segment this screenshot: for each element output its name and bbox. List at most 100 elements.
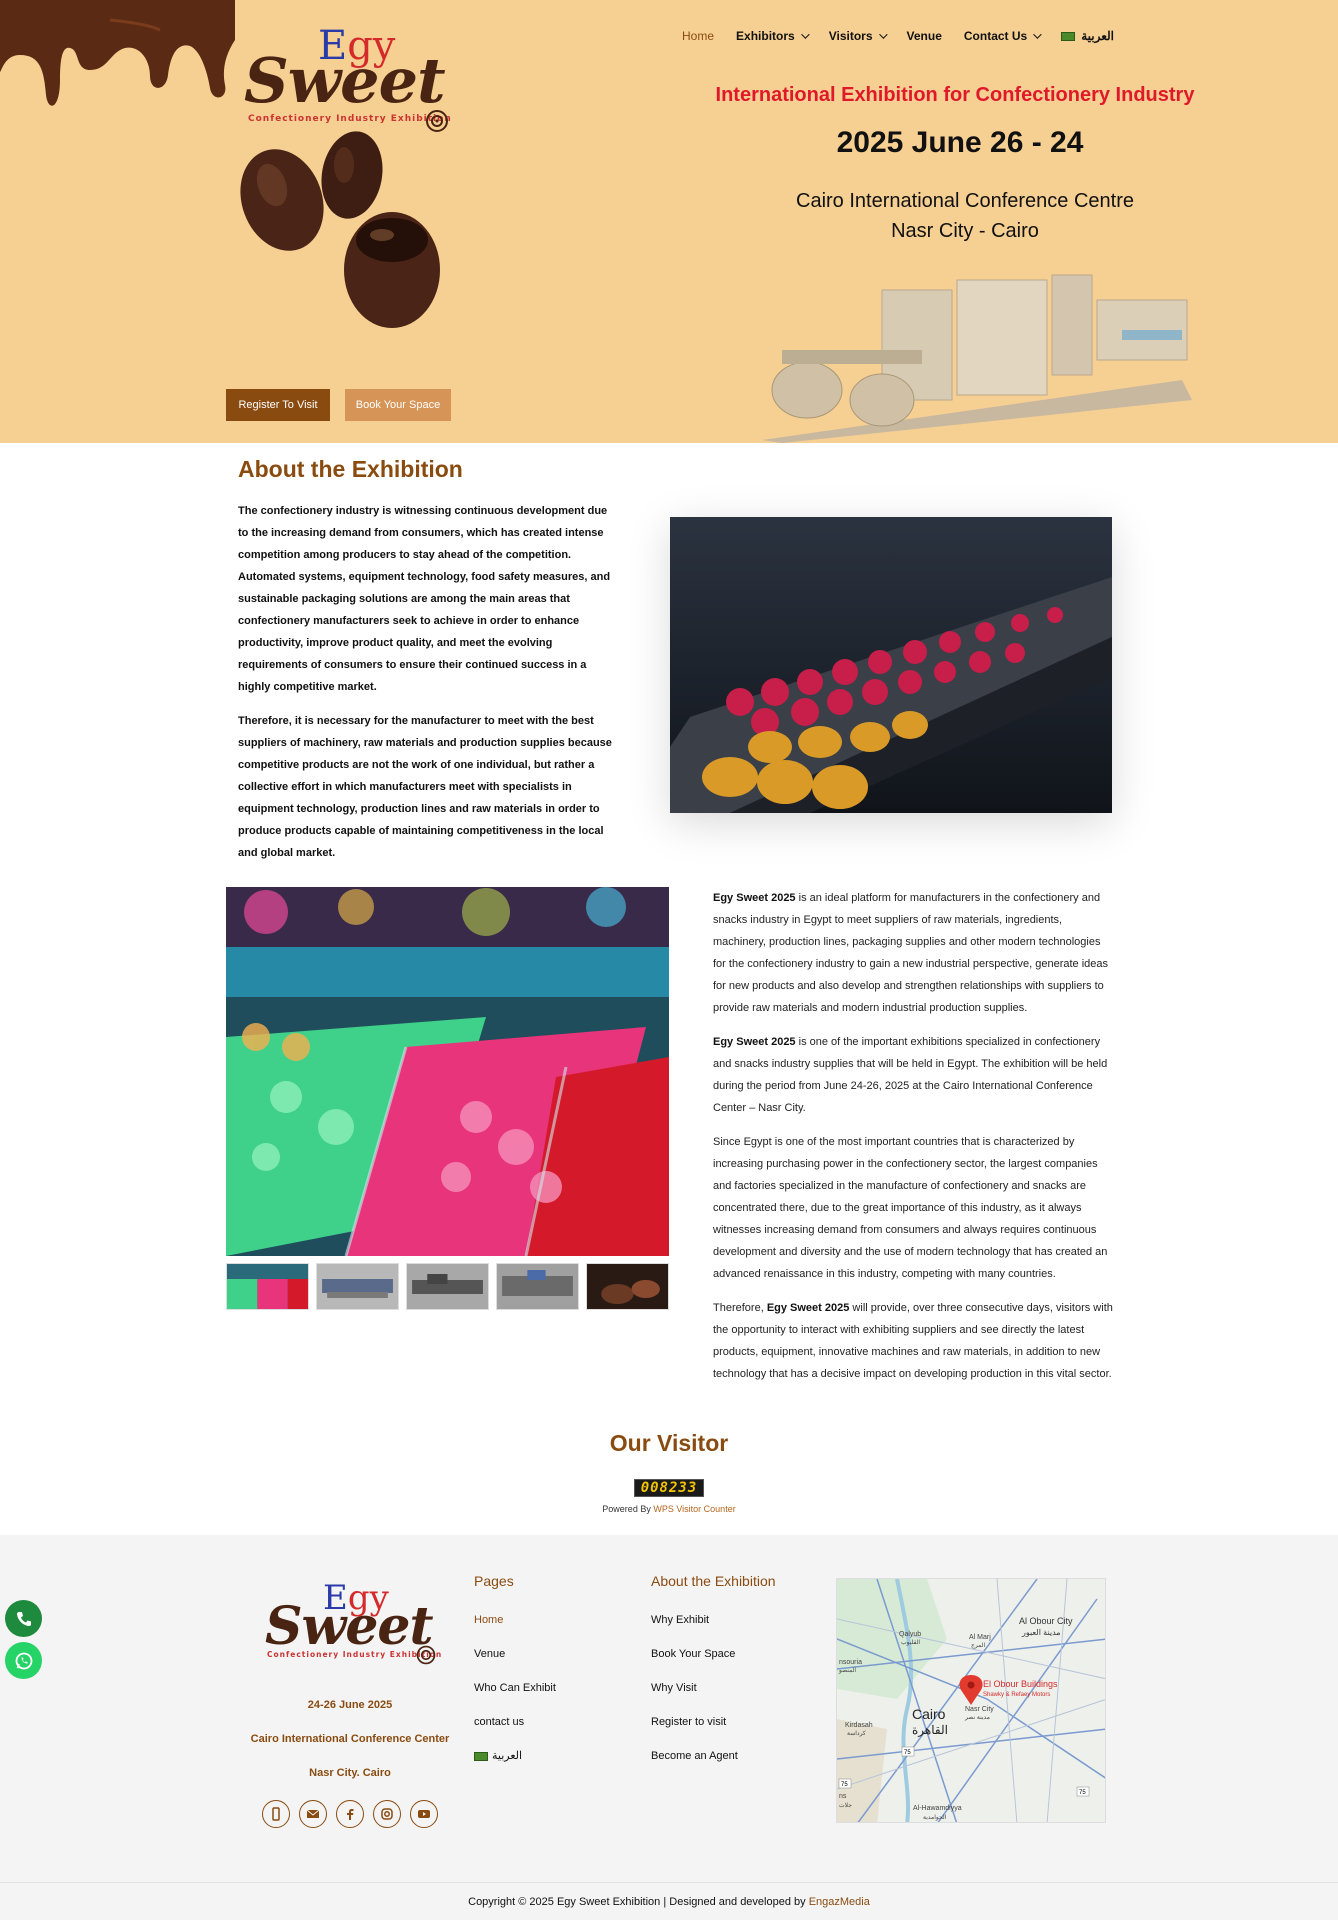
chocolates-image	[240, 131, 440, 328]
chevron-down-icon	[1033, 30, 1042, 39]
gallery-thumb-4[interactable]	[496, 1263, 579, 1310]
map-place-label: كرداسة	[847, 1730, 866, 1737]
map-place-label: Qalyub	[899, 1631, 921, 1638]
nav-exhibitors[interactable]: Exhibitors	[736, 29, 810, 43]
site-logo[interactable]: Egy Sweet Confectionery Industry Exhibit…	[240, 24, 460, 134]
hero-venue-line2: Nasr City - Cairo	[891, 220, 1039, 242]
map-place-label: Al-Hawamdiyya	[913, 1805, 962, 1812]
flag-icon	[1061, 31, 1076, 41]
nav-contact-us[interactable]: Contact Us	[964, 29, 1042, 43]
footer-event-info: 24-26 June 2025 Cairo International Conf…	[240, 1688, 460, 1790]
engazmedia-link[interactable]: EngazMedia	[809, 1896, 870, 1908]
hero-venue-line1: Cairo International Conference Centre	[796, 190, 1134, 212]
youtube-icon	[418, 1810, 430, 1818]
footer-about-list: Why Exhibit Book Your Space Why Visit Re…	[651, 1603, 738, 1773]
footer-link-book-your-space[interactable]: Book Your Space	[651, 1637, 738, 1671]
map-pin-label: El Obour Buildings	[983, 1679, 1058, 1689]
floating-phone-button[interactable]	[5, 1600, 42, 1637]
footer-city: Nasr City. Cairo	[309, 1767, 391, 1779]
location-map[interactable]: 75 75 75 Al Obour City مدينة العبور Qaly…	[836, 1578, 1106, 1823]
phone-social-button[interactable]	[262, 1800, 290, 1828]
logo-swirl-icon	[416, 1645, 436, 1665]
gallery-thumb-3[interactable]	[406, 1263, 489, 1310]
facebook-icon	[347, 1809, 354, 1820]
chevron-down-icon	[878, 30, 888, 39]
gallery-thumbnails	[226, 1263, 669, 1310]
book-your-space-button[interactable]: Book Your Space	[345, 389, 451, 421]
map-road-label: 75	[1079, 1790, 1086, 1796]
footer-link-why-exhibit[interactable]: Why Exhibit	[651, 1603, 738, 1637]
gallery-thumb-5[interactable]	[586, 1263, 669, 1310]
floating-whatsapp-button[interactable]	[5, 1642, 42, 1679]
map-road-label: 75	[841, 1782, 848, 1788]
footer-link-venue[interactable]: Venue	[474, 1637, 556, 1671]
social-links	[262, 1800, 438, 1828]
map-place-label: المنصو	[838, 1667, 856, 1674]
map-place-label: جلات	[839, 1802, 852, 1809]
register-to-visit-button[interactable]: Register To Visit	[226, 389, 330, 421]
map-city-label-ar: القاهرة	[912, 1723, 948, 1737]
map-road-label: 75	[904, 1750, 911, 1756]
facebook-social-button[interactable]	[336, 1800, 364, 1828]
about-text: The confectionery industry is witnessing…	[238, 500, 618, 876]
map-place-label: مدينة نصر	[964, 1715, 990, 1721]
raspberry-desserts-image	[670, 517, 1112, 813]
hero-venue: Cairo International Conference Centre Na…	[700, 186, 1230, 246]
nav-home[interactable]: Home	[682, 29, 714, 43]
instagram-social-button[interactable]	[373, 1800, 401, 1828]
nav-language-arabic[interactable]: العربية	[1061, 29, 1114, 43]
map-pin-sublabel: Shawky & Refaey Motors	[983, 1692, 1050, 1698]
gallery-thumb-1[interactable]	[226, 1263, 309, 1310]
description-paragraph-4: Therefore, Egy Sweet 2025 will provide, …	[713, 1302, 1113, 1380]
map-place-label: المرج	[971, 1642, 985, 1649]
chevron-down-icon	[800, 30, 810, 39]
footer-link-arabic[interactable]: العربية	[474, 1739, 556, 1773]
exhibition-description: Egy Sweet 2025 is an ideal platform for …	[713, 887, 1113, 1397]
footer-link-register-to-visit[interactable]: Register to visit	[651, 1705, 738, 1739]
main-nav: Home Exhibitors Visitors Venue Contact U…	[682, 26, 1114, 46]
map-place-label: Al Obour City	[1019, 1616, 1073, 1626]
logo-sweet-text: Sweet	[244, 44, 446, 117]
chocolate-drip-decoration	[0, 0, 235, 106]
powered-by: Powered By WPS Visitor Counter	[602, 1504, 736, 1514]
hero-banner: Egy Sweet Confectionery Industry Exhibit…	[0, 0, 1338, 443]
footer-logo[interactable]: Egy Sweet Confectionery Industry Exhibit…	[265, 1578, 445, 1668]
footer-pages-list: Home Venue Who Can Exhibit contact us ال…	[474, 1603, 556, 1773]
copyright-bar: Copyright © 2025 Egy Sweet Exhibition | …	[0, 1882, 1338, 1920]
hero-date: 2025 June 26 - 24	[836, 126, 1084, 159]
visitor-counter: 008233	[634, 1479, 704, 1497]
footer-link-why-visit[interactable]: Why Visit	[651, 1671, 738, 1705]
mobile-phone-icon	[272, 1807, 280, 1821]
gallery-main-image[interactable]	[226, 887, 669, 1256]
wps-visitor-counter-link[interactable]: WPS Visitor Counter	[653, 1504, 735, 1514]
map-place-label: ns	[839, 1793, 847, 1800]
footer-link-home[interactable]: Home	[474, 1603, 556, 1637]
youtube-social-button[interactable]	[410, 1800, 438, 1828]
description-paragraph-2: Egy Sweet 2025 is one of the important e…	[713, 1036, 1108, 1114]
map-place-label: الحوامدية	[923, 1814, 947, 1821]
map-city-label: Cairo	[912, 1706, 946, 1722]
footer-link-who-can-exhibit[interactable]: Who Can Exhibit	[474, 1671, 556, 1705]
phone-icon	[16, 1611, 31, 1626]
nav-venue[interactable]: Venue	[907, 29, 942, 43]
email-social-button[interactable]	[299, 1800, 327, 1828]
envelope-icon	[306, 1809, 320, 1818]
description-paragraph-1: Egy Sweet 2025 is an ideal platform for …	[713, 892, 1109, 1014]
logo-tagline: Confectionery Industry Exhibition	[248, 114, 452, 124]
footer-link-become-an-agent[interactable]: Become an Agent	[651, 1739, 738, 1773]
whatsapp-icon	[15, 1652, 32, 1669]
production-line-image	[762, 274, 1192, 443]
gallery-thumb-2[interactable]	[316, 1263, 399, 1310]
footer-dates: 24-26 June 2025	[307, 1699, 393, 1711]
visitor-heading: Our Visitor	[609, 1430, 729, 1456]
map-place-label: القليوب	[901, 1639, 920, 1646]
footer-pages-heading: Pages	[474, 1573, 514, 1589]
description-paragraph-3: Since Egypt is one of the most important…	[713, 1136, 1108, 1280]
footer-link-contact-us[interactable]: contact us	[474, 1705, 556, 1739]
about-paragraph-1: The confectionery industry is witnessing…	[238, 505, 611, 693]
map-place-label: Nasr City	[965, 1706, 994, 1713]
footer-venue: Cairo International Conference Center	[250, 1733, 450, 1745]
map-place-label: Al Marj	[969, 1634, 991, 1641]
flag-icon	[474, 1751, 488, 1761]
nav-visitors[interactable]: Visitors	[829, 29, 888, 43]
